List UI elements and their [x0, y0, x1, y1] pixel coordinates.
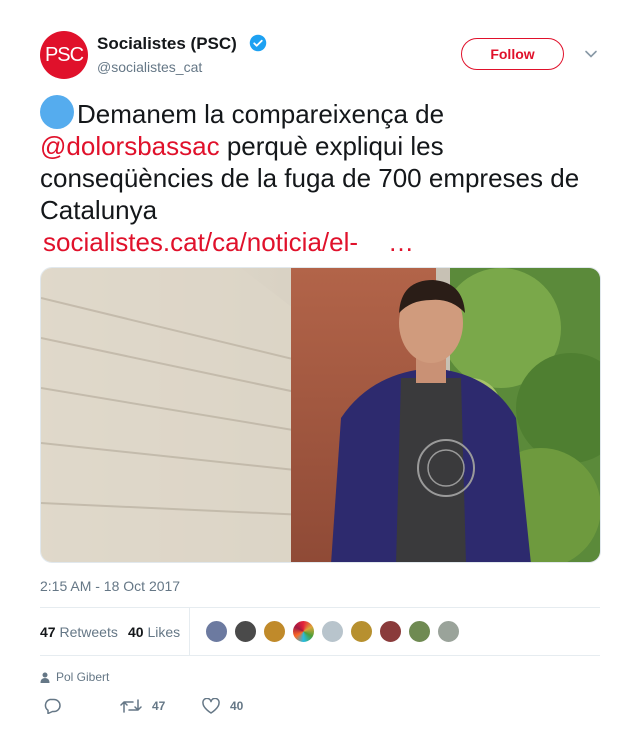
likes-stat[interactable]: 40 Likes: [128, 624, 180, 640]
liker-avatar[interactable]: [262, 619, 287, 644]
retweet-icon: [120, 699, 142, 713]
tweet-card: PSC Socialistes (PSC) @socialistes_cat F…: [0, 0, 640, 747]
like-button[interactable]: 40: [202, 698, 243, 714]
liker-avatar[interactable]: [320, 619, 345, 644]
author-handle[interactable]: @socialistes_cat: [97, 59, 202, 75]
reply-icon: [44, 698, 61, 714]
liker-avatar[interactable]: [436, 619, 461, 644]
engagement-stats: 47 Retweets 40 Likes: [40, 608, 600, 655]
tweet-text-part1: Demanem la compareixença de: [77, 99, 445, 129]
retweets-label: Retweets: [59, 624, 118, 640]
retweet-button[interactable]: 47: [120, 698, 165, 714]
verified-badge-icon: [249, 34, 267, 52]
liker-avatar[interactable]: [233, 619, 258, 644]
liker-avatar[interactable]: [349, 619, 374, 644]
link-ellipsis: …: [388, 227, 415, 257]
retweets-count: 47: [40, 624, 56, 640]
likes-label: Likes: [147, 624, 181, 640]
stats-divider: [189, 608, 190, 655]
liker-avatar[interactable]: [407, 619, 432, 644]
tweet-timestamp[interactable]: 2:15 AM - 18 Oct 2017: [40, 578, 180, 594]
retweet-count: 47: [152, 699, 166, 713]
liker-avatar[interactable]: [291, 619, 316, 644]
tweet-url-link[interactable]: socialistes.cat/ca/noticia/el-: [43, 227, 358, 257]
follow-button[interactable]: Follow: [461, 38, 564, 70]
person-icon: [40, 672, 50, 683]
blue-circle-emoji-icon: [40, 95, 74, 129]
chevron-down-icon[interactable]: [584, 47, 598, 61]
photo-man-in-blue-jacket: [41, 268, 600, 562]
tagged-person[interactable]: Pol Gibert: [40, 670, 109, 684]
tweet-text: Demanem la compareixença de @dolorsbassa…: [40, 95, 600, 258]
mention-link[interactable]: @dolorsbassac: [40, 131, 220, 161]
retweets-stat[interactable]: 47 Retweets: [40, 624, 118, 640]
avatar[interactable]: PSC: [40, 31, 88, 79]
like-count: 40: [230, 699, 244, 713]
tweet-actions: 47 40: [40, 698, 340, 718]
heart-icon: [202, 698, 220, 714]
reply-button[interactable]: [43, 698, 71, 714]
avatar-logo-text: PSC: [44, 43, 84, 66]
liker-avatar[interactable]: [378, 619, 403, 644]
tagged-person-name: Pol Gibert: [56, 670, 110, 684]
author-name[interactable]: Socialistes (PSC): [97, 34, 237, 54]
tweet-photo[interactable]: [40, 267, 601, 563]
divider: [40, 655, 600, 656]
likes-count: 40: [128, 624, 144, 640]
liker-avatar[interactable]: [204, 619, 229, 644]
